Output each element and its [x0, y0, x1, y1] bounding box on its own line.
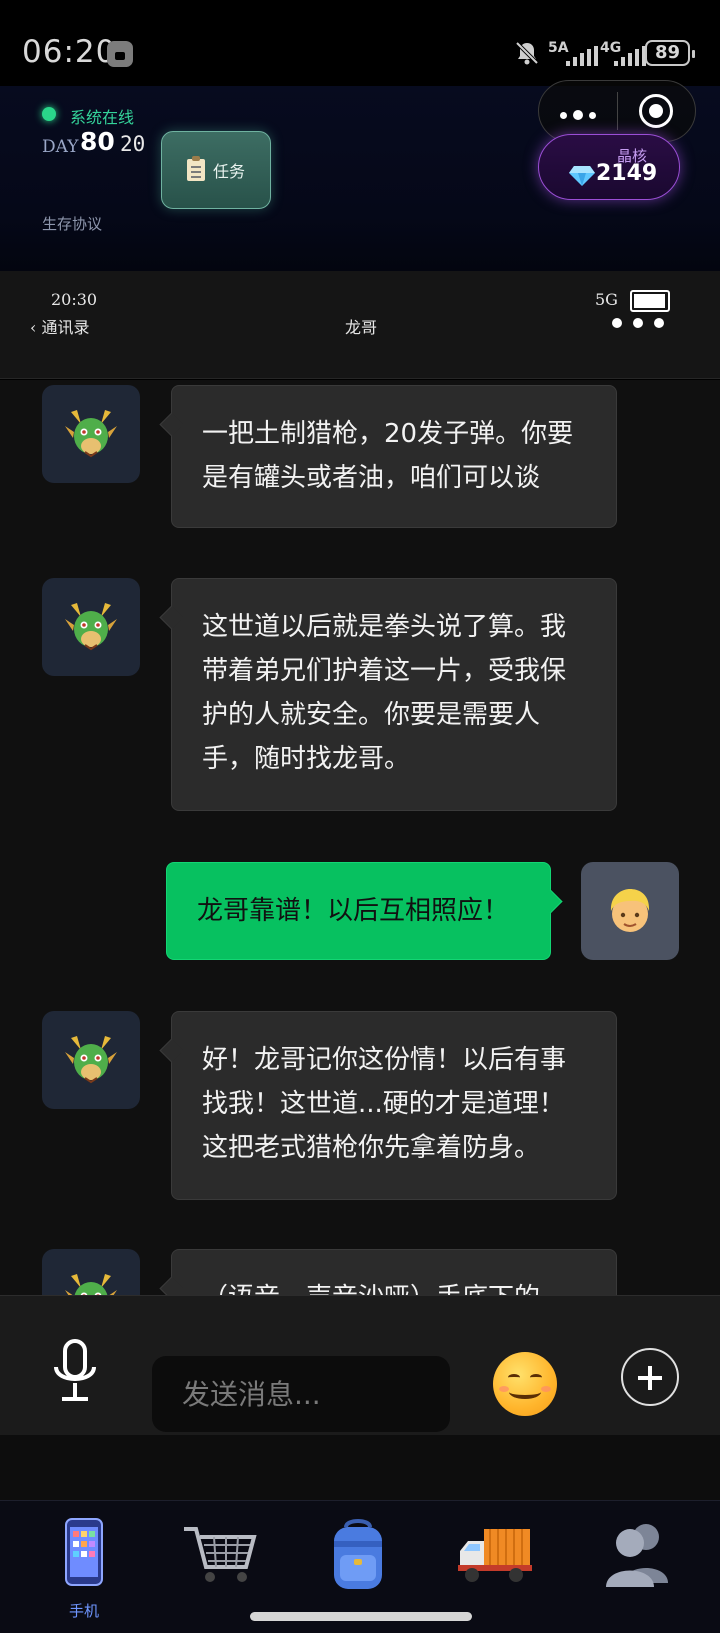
chat-message-list[interactable]: 一把土制猎枪，20发子弹。你要是有罐头或者油，咱们可以谈 这世道以后就是拳头说了… — [0, 380, 720, 1295]
clipboard-icon — [186, 156, 205, 181]
signal-bars-icon — [566, 46, 598, 66]
capsule-divider — [617, 92, 618, 130]
chat-more-icon[interactable] — [612, 318, 664, 330]
dragon-avatar[interactable] — [42, 578, 140, 676]
dragon-avatar[interactable] — [42, 1249, 140, 1295]
microphone-icon[interactable] — [52, 1339, 98, 1403]
dragon-icon — [65, 1274, 117, 1295]
close-mini-program-icon[interactable] — [639, 94, 673, 128]
phone-battery-icon — [630, 290, 670, 312]
add-attachment-button[interactable] — [621, 1348, 679, 1406]
message-bubble: （语音，声音沙哑）手底下的 — [171, 1249, 617, 1295]
smiling-emoji-icon[interactable] — [493, 1352, 557, 1416]
nav-item-delivery[interactable] — [456, 1515, 536, 1615]
message-bubble: 这世道以后就是拳头说了算。我带着弟兄们护着这一片，受我保护的人就安全。你要是需要… — [171, 578, 617, 811]
delivery-truck-icon — [458, 1529, 532, 1582]
battery-indicator: 89 — [645, 40, 695, 66]
back-to-contacts-button[interactable]: ‹ 通讯录 — [30, 314, 90, 338]
nav-label-phone: 手机 — [68, 1602, 99, 1620]
task-button-label: 任务 — [212, 162, 245, 181]
person-icon — [610, 889, 650, 932]
online-status-dot — [42, 107, 56, 121]
muted-bell-icon — [514, 40, 540, 72]
chat-title: 龙哥 — [345, 318, 378, 337]
task-button[interactable]: 任务 — [161, 131, 271, 209]
home-indicator[interactable] — [250, 1612, 472, 1621]
back-label: 通讯录 — [41, 318, 90, 337]
signal-bars-icon — [614, 46, 646, 66]
day-hour: 20 — [120, 132, 146, 156]
lock-icon — [107, 41, 133, 67]
gem-icon — [569, 166, 595, 186]
day-number: 80 — [80, 127, 115, 156]
message-bubble: 好！龙哥记你这份情！以后有事找我！这世道...硬的才是道理！这把老式猎枪你先拿着… — [171, 1011, 617, 1200]
more-options-icon[interactable] — [560, 110, 596, 120]
day-label: DAY — [42, 137, 79, 157]
blond-person-avatar[interactable] — [581, 862, 679, 960]
nav-item-contacts[interactable] — [598, 1515, 678, 1615]
nav-item-backpack[interactable] — [318, 1515, 398, 1615]
device-clock: 06:20 — [22, 34, 117, 70]
dragon-icon — [65, 410, 117, 458]
my-message-bubble: 龙哥靠谱！以后互相照应！ — [166, 862, 551, 960]
people-icon — [606, 1524, 668, 1587]
nav-item-phone[interactable]: 手机 — [44, 1515, 124, 1620]
spacer — [0, 1435, 720, 1500]
dragon-icon — [65, 1036, 117, 1084]
message-input[interactable] — [152, 1356, 450, 1432]
survival-protocol-link[interactable]: 生存协议 — [42, 213, 102, 234]
message-bubble: 一把土制猎枪，20发子弹。你要是有罐头或者油，咱们可以谈 — [171, 385, 617, 528]
online-status-text: 系统在线 — [70, 108, 135, 127]
dragon-avatar[interactable] — [42, 385, 140, 483]
phone-clock: 20:30 — [51, 290, 98, 309]
phone-icon — [65, 1518, 103, 1586]
dragon-icon — [65, 603, 117, 651]
phone-signal-label: 5G — [595, 290, 618, 309]
dragon-avatar[interactable] — [42, 1011, 140, 1109]
backpack-icon — [334, 1519, 382, 1589]
crystal-core-value: 2149 — [596, 161, 658, 186]
nav-item-shop[interactable] — [180, 1515, 260, 1615]
shopping-cart-icon — [184, 1527, 257, 1582]
